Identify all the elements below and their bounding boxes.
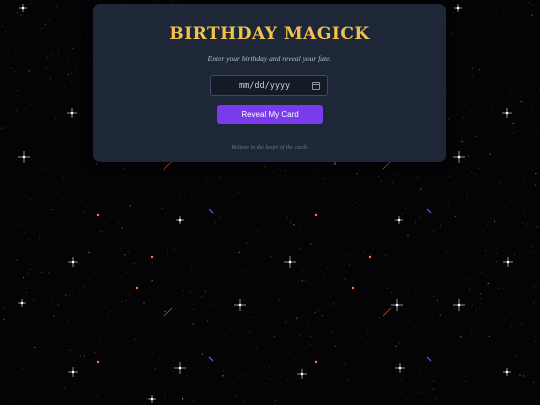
sparkle-star — [67, 108, 77, 118]
sparkle-star — [176, 216, 184, 224]
sparkle-star — [297, 369, 307, 379]
birthday-date-input[interactable]: mm/dd/yyyy — [210, 75, 328, 96]
subtitle-text: Enter your birthday and reveal your fate… — [207, 54, 332, 63]
sparkle-star — [148, 395, 156, 403]
sparkle-star — [503, 257, 513, 267]
sparkle-star — [502, 108, 512, 118]
sparkle-star — [395, 363, 405, 373]
sparkle-star — [68, 367, 78, 377]
sparkle-star — [19, 4, 27, 12]
page-title: BIRTHDAY MAGICK — [169, 24, 370, 44]
sparkle-star — [18, 151, 30, 163]
sparkle-star — [234, 299, 246, 311]
sparkle-star — [503, 368, 511, 376]
sparkle-star — [284, 256, 296, 268]
sparkle-star — [395, 216, 403, 224]
calendar-icon[interactable] — [312, 82, 320, 90]
sparkle-star — [453, 151, 465, 163]
birthday-card-panel: BIRTHDAY MAGICK Enter your birthday and … — [93, 4, 446, 162]
sparkle-star — [454, 4, 462, 12]
sparkle-star — [174, 362, 186, 374]
reveal-card-button[interactable]: Reveal My Card — [217, 105, 323, 124]
sparkle-star — [68, 257, 78, 267]
date-placeholder: mm/dd/yyyy — [239, 81, 291, 91]
sparkle-star — [18, 299, 26, 307]
footer-tagline: Believe in the heart of the cards — [231, 145, 308, 151]
